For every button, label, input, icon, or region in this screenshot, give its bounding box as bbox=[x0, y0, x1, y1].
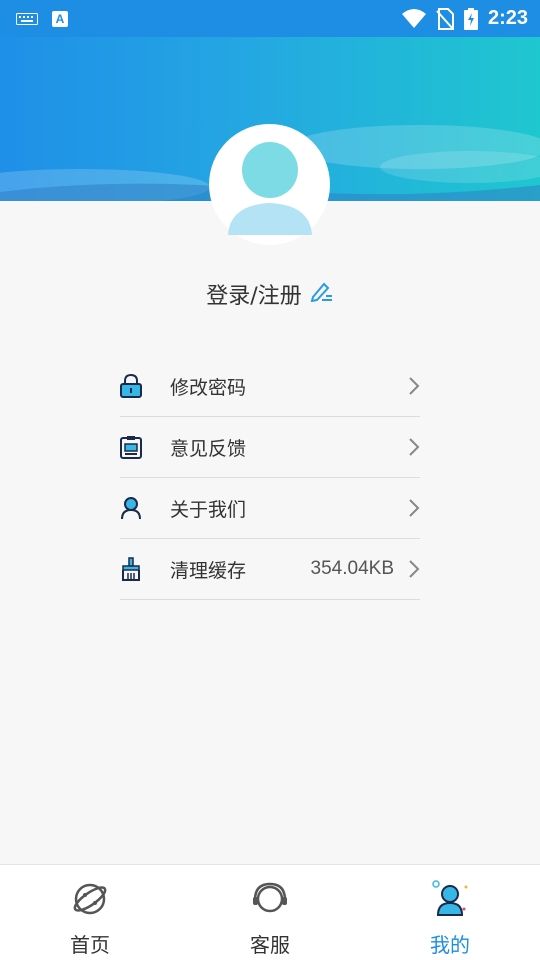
lock-icon bbox=[120, 374, 142, 398]
nav-tab-customer-service[interactable]: 客服 bbox=[180, 865, 360, 960]
broom-icon bbox=[120, 557, 142, 581]
menu-label: 关于我们 bbox=[170, 498, 247, 521]
pencil-edit-icon bbox=[310, 280, 334, 308]
menu-label: 清理缓存 bbox=[170, 559, 247, 582]
chevron-right-icon bbox=[409, 438, 420, 456]
cache-size-value: 354.04KB bbox=[310, 558, 394, 579]
nav-tab-mine[interactable]: 我的 bbox=[360, 865, 540, 960]
nav-label: 客服 bbox=[250, 933, 290, 957]
menu-item-change-password[interactable]: 修改密码 bbox=[120, 356, 420, 417]
menu-item-about-us[interactable]: 关于我们 bbox=[120, 478, 420, 539]
a-notification-icon: A bbox=[52, 10, 68, 27]
nav-tab-home[interactable]: 首页 bbox=[0, 865, 180, 960]
clipboard-icon bbox=[120, 435, 142, 459]
nav-label: 我的 bbox=[430, 933, 470, 957]
default-avatar-icon bbox=[227, 141, 312, 235]
menu-label: 修改密码 bbox=[170, 376, 247, 399]
chevron-right-icon bbox=[409, 377, 420, 395]
wifi-icon bbox=[401, 8, 426, 29]
user-icon bbox=[120, 496, 142, 520]
nav-label: 首页 bbox=[70, 933, 110, 957]
headset-icon bbox=[250, 879, 290, 919]
status-time: 2:23 bbox=[487, 7, 528, 29]
battery-charging-icon bbox=[463, 7, 478, 30]
keyboard-icon bbox=[16, 12, 38, 25]
chevron-right-icon bbox=[409, 499, 420, 517]
menu-item-clear-cache[interactable]: 清理缓存 354.04KB bbox=[120, 539, 420, 600]
chevron-right-icon bbox=[409, 560, 420, 578]
status-bar: A 2:23 bbox=[0, 0, 540, 37]
planet-icon bbox=[70, 879, 110, 919]
settings-menu: 修改密码 意见反馈 关于我们 清理缓存 354.04KB bbox=[120, 356, 420, 600]
person-icon bbox=[430, 879, 470, 919]
login-register-link[interactable]: 登录/注册 bbox=[0, 278, 540, 310]
bottom-nav: 首页 客服 我的 bbox=[0, 864, 540, 960]
menu-item-feedback[interactable]: 意见反馈 bbox=[120, 417, 420, 478]
login-register-label: 登录/注册 bbox=[206, 284, 302, 309]
avatar[interactable] bbox=[209, 124, 330, 245]
no-sim-icon bbox=[436, 7, 454, 30]
menu-label: 意见反馈 bbox=[170, 437, 247, 460]
